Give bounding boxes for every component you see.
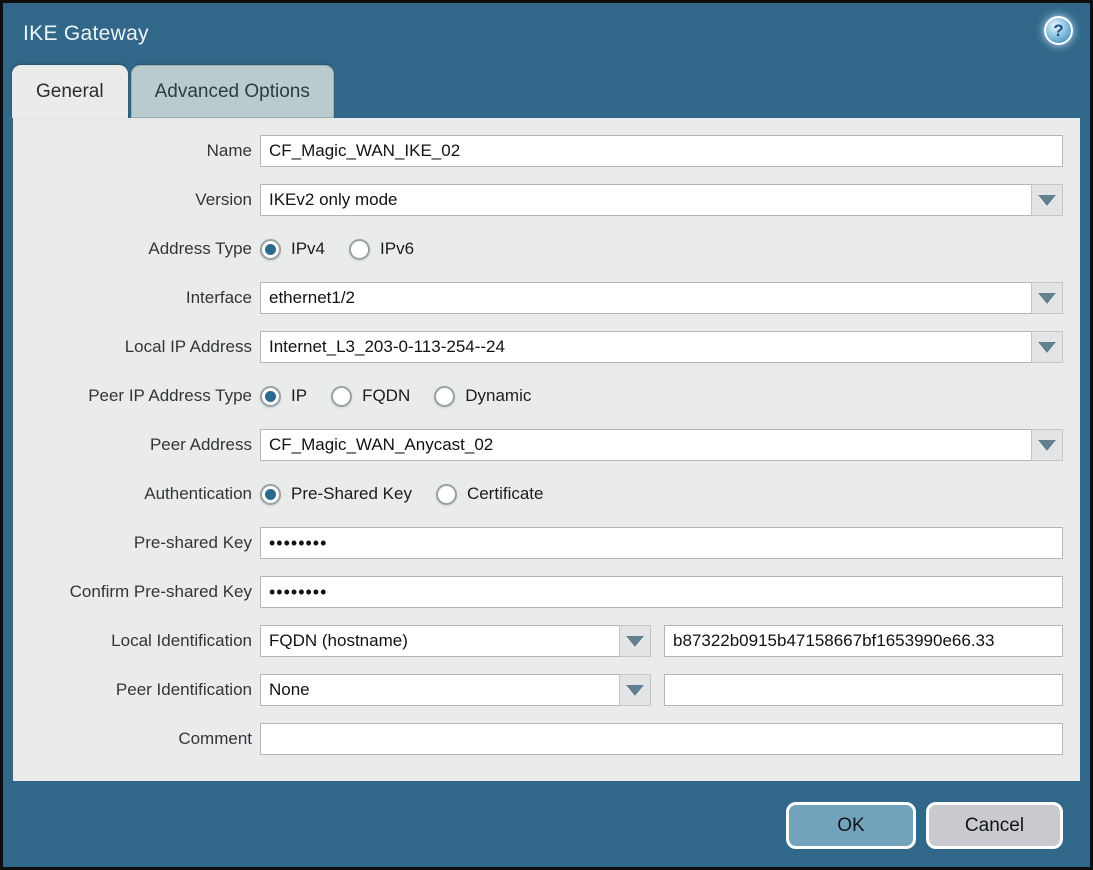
address-type-row: Address Type IPv4 IPv6: [13, 233, 1063, 265]
version-label: Version: [13, 190, 260, 210]
chevron-down-icon: [1038, 342, 1056, 353]
local-identification-type-input[interactable]: [260, 625, 620, 657]
chevron-down-icon: [626, 636, 644, 647]
interface-dropdown-button[interactable]: [1031, 282, 1063, 314]
radio-option-ipv4[interactable]: IPv4: [260, 239, 325, 260]
peer-ip-address-type-row: Peer IP Address Type IP FQDN Dynamic: [13, 380, 1063, 412]
address-type-radio-group: IPv4 IPv6: [260, 239, 438, 260]
ok-button[interactable]: OK: [786, 802, 916, 849]
title-bar: IKE Gateway ?: [3, 3, 1090, 65]
name-input[interactable]: [260, 135, 1063, 167]
local-ip-address-dropdown-input[interactable]: [260, 331, 1032, 363]
radio-option-certificate[interactable]: Certificate: [436, 484, 544, 505]
interface-dropdown-input[interactable]: [260, 282, 1032, 314]
chevron-down-icon: [1038, 440, 1056, 451]
local-identification-type-dropdown: [260, 625, 651, 657]
peer-ip-address-type-radio-group: IP FQDN Dynamic: [260, 386, 555, 407]
radio-option-ipv6[interactable]: IPv6: [349, 239, 414, 260]
radio-option-label: Certificate: [467, 484, 544, 504]
radio-option-dynamic[interactable]: Dynamic: [434, 386, 531, 407]
authentication-row: Authentication Pre-Shared Key Certificat…: [13, 478, 1063, 510]
peer-identification-value-input[interactable]: [664, 674, 1063, 706]
comment-row: Comment: [13, 723, 1063, 755]
radio-option-label: IPv4: [291, 239, 325, 259]
help-icon[interactable]: ?: [1044, 16, 1073, 45]
pre-shared-key-row: Pre-shared Key: [13, 527, 1063, 559]
peer-address-label: Peer Address: [13, 435, 260, 455]
address-type-label: Address Type: [13, 239, 260, 259]
chevron-down-icon: [1038, 195, 1056, 206]
cancel-button[interactable]: Cancel: [926, 802, 1063, 849]
name-row: Name: [13, 135, 1063, 167]
pre-shared-key-input[interactable]: [260, 527, 1063, 559]
local-ip-address-dropdown-button[interactable]: [1031, 331, 1063, 363]
name-label: Name: [13, 141, 260, 161]
pre-shared-key-label: Pre-shared Key: [13, 533, 260, 553]
confirm-pre-shared-key-input[interactable]: [260, 576, 1063, 608]
radio-option-label: FQDN: [362, 386, 410, 406]
radio-icon: [434, 386, 455, 407]
tab-general[interactable]: General: [12, 65, 128, 118]
radio-icon: [260, 239, 281, 260]
confirm-pre-shared-key-label: Confirm Pre-shared Key: [13, 582, 260, 602]
radio-option-label: IP: [291, 386, 307, 406]
local-ip-address-row: Local IP Address: [13, 331, 1063, 363]
peer-address-row: Peer Address: [13, 429, 1063, 461]
authentication-label: Authentication: [13, 484, 260, 504]
general-tab-panel: Name Version Address Type IPv4: [13, 118, 1080, 781]
dialog-footer: OK Cancel: [3, 781, 1090, 870]
radio-icon: [260, 484, 281, 505]
local-ip-address-dropdown: [260, 331, 1063, 363]
local-identification-label: Local Identification: [13, 631, 260, 651]
radio-icon: [349, 239, 370, 260]
radio-option-label: Pre-Shared Key: [291, 484, 412, 504]
peer-identification-type-input[interactable]: [260, 674, 620, 706]
peer-ip-address-type-label: Peer IP Address Type: [13, 386, 260, 406]
tab-advanced-options-label: Advanced Options: [155, 81, 310, 103]
interface-label: Interface: [13, 288, 260, 308]
local-ip-address-label: Local IP Address: [13, 337, 260, 357]
peer-address-dropdown: [260, 429, 1063, 461]
dialog-title: IKE Gateway: [3, 22, 149, 46]
radio-icon: [331, 386, 352, 407]
radio-option-pre-shared-key[interactable]: Pre-Shared Key: [260, 484, 412, 505]
tab-bar: General Advanced Options: [3, 65, 1090, 118]
local-identification-row: Local Identification: [13, 625, 1063, 657]
radio-icon: [436, 484, 457, 505]
authentication-radio-group: Pre-Shared Key Certificate: [260, 484, 567, 505]
version-dropdown-button[interactable]: [1031, 184, 1063, 216]
peer-identification-type-dropdown: [260, 674, 651, 706]
radio-option-label: IPv6: [380, 239, 414, 259]
comment-label: Comment: [13, 729, 260, 749]
peer-address-dropdown-button[interactable]: [1031, 429, 1063, 461]
radio-option-fqdn[interactable]: FQDN: [331, 386, 410, 407]
comment-input[interactable]: [260, 723, 1063, 755]
chevron-down-icon: [626, 685, 644, 696]
interface-dropdown: [260, 282, 1063, 314]
version-row: Version: [13, 184, 1063, 216]
peer-identification-type-dropdown-button[interactable]: [619, 674, 651, 706]
version-dropdown-input[interactable]: [260, 184, 1032, 216]
ike-gateway-dialog: IKE Gateway ? General Advanced Options N…: [0, 0, 1093, 870]
chevron-down-icon: [1038, 293, 1056, 304]
interface-row: Interface: [13, 282, 1063, 314]
radio-option-label: Dynamic: [465, 386, 531, 406]
question-mark-glyph: ?: [1053, 21, 1063, 41]
local-identification-value-input[interactable]: [664, 625, 1063, 657]
peer-identification-row: Peer Identification: [13, 674, 1063, 706]
radio-icon: [260, 386, 281, 407]
peer-address-dropdown-input[interactable]: [260, 429, 1032, 461]
version-dropdown: [260, 184, 1063, 216]
peer-identification-label: Peer Identification: [13, 680, 260, 700]
tab-advanced-options[interactable]: Advanced Options: [131, 65, 334, 118]
local-identification-type-dropdown-button[interactable]: [619, 625, 651, 657]
confirm-pre-shared-key-row: Confirm Pre-shared Key: [13, 576, 1063, 608]
tab-general-label: General: [36, 81, 104, 103]
radio-option-ip[interactable]: IP: [260, 386, 307, 407]
